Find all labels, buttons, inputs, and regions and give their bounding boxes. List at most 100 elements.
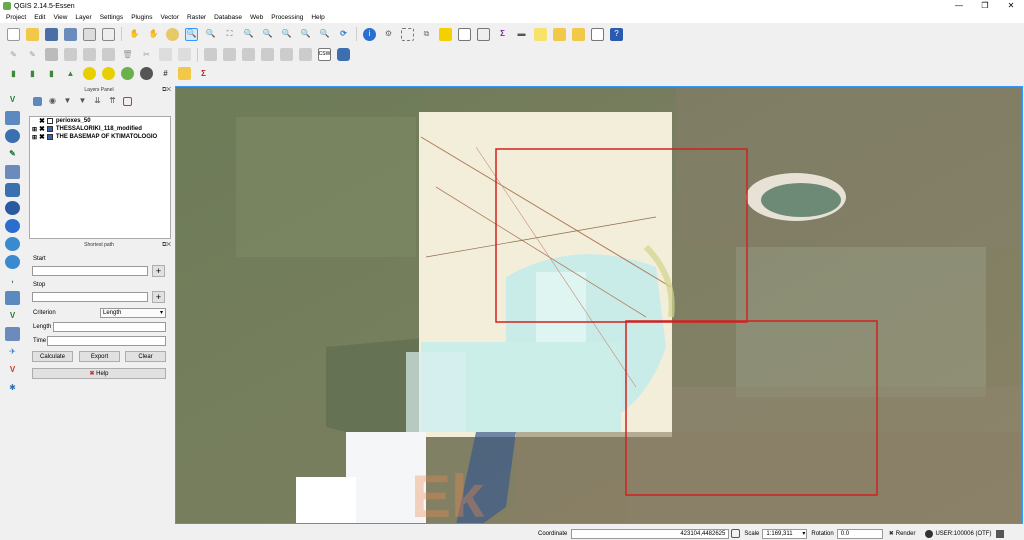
add-wms-icon[interactable] [5, 219, 20, 233]
zoom-in-icon[interactable]: 🔍 [185, 27, 198, 41]
add-wcs-icon[interactable] [5, 237, 20, 251]
menu-project[interactable]: Project [2, 14, 30, 21]
layer-item[interactable]: ✖ perioxes_50 [30, 117, 170, 125]
add-delimited-text-icon[interactable]: , [5, 273, 20, 287]
save-project-icon[interactable] [45, 27, 58, 41]
pan-to-selection-icon[interactable] [166, 27, 179, 41]
new-project-icon[interactable] [7, 27, 20, 41]
raster-chart-icon[interactable]: ▮ [45, 67, 58, 80]
zoom-layer-icon[interactable]: 🔍 [261, 28, 274, 41]
measure-icon[interactable]: ▬ [515, 28, 528, 41]
menu-processing[interactable]: Processing [267, 14, 307, 21]
render-checkbox-icon[interactable]: ✖ [889, 530, 894, 537]
menu-view[interactable]: View [49, 14, 71, 21]
layer-checkbox[interactable]: ✖ [39, 125, 45, 133]
actions-icon[interactable]: ⚙ [382, 28, 395, 41]
save-as-icon[interactable] [64, 27, 77, 41]
map-tips-icon[interactable] [534, 27, 547, 41]
expand-all-icon[interactable]: ⇊ [93, 97, 102, 106]
touch-zoom-icon[interactable]: ✋ [128, 28, 141, 41]
identify-icon[interactable]: i [363, 27, 376, 41]
layer-styling-icon[interactable] [33, 96, 42, 106]
scale-field[interactable]: 1:169,311 ▾ [762, 528, 808, 539]
zoom-next-icon[interactable]: 🔍 [318, 28, 331, 41]
cut-features-icon[interactable]: ✂ [140, 48, 153, 61]
tag-icon[interactable] [178, 67, 191, 80]
add-raster-layer-icon[interactable] [5, 111, 20, 125]
menu-settings[interactable]: Settings [96, 14, 128, 21]
rotate-label-icon[interactable] [280, 48, 293, 61]
crs-globe-icon[interactable] [925, 529, 934, 538]
refresh-icon[interactable]: ⟳ [337, 28, 350, 41]
attribute-table-icon[interactable] [458, 27, 471, 41]
panel-float-close-icon[interactable]: ⧉✕ [162, 86, 171, 94]
add-wfs-icon[interactable] [5, 255, 20, 269]
gps-tools-icon[interactable]: ✱ [5, 381, 20, 395]
coordinate-toggle-icon[interactable] [731, 529, 741, 538]
annotation-icon[interactable] [591, 27, 604, 41]
open-project-icon[interactable] [26, 27, 39, 41]
length-field[interactable] [53, 322, 166, 332]
remove-group-icon[interactable] [140, 67, 153, 80]
field-calculator-icon[interactable] [477, 27, 490, 41]
sigma-tool-icon[interactable]: Σ [197, 67, 210, 80]
add-vector-layer-icon[interactable]: V [5, 93, 20, 107]
coordinate-field[interactable]: 423104,4482625 [571, 528, 730, 539]
show-bookmarks-icon[interactable] [572, 27, 585, 41]
time-field[interactable] [47, 336, 166, 346]
copy-features-icon[interactable] [159, 48, 172, 61]
add-spatialite-icon[interactable]: ✎ [5, 147, 20, 161]
expand-icon[interactable]: ⊞ [32, 126, 37, 133]
menu-web[interactable]: Web [246, 14, 267, 21]
toggle-editing-icon[interactable]: ✎ [26, 48, 39, 61]
select-by-value-icon[interactable]: ⧉ [420, 28, 433, 41]
move-label-icon[interactable] [261, 48, 274, 61]
pin-labels-icon[interactable] [223, 48, 236, 61]
new-gpx-icon[interactable]: ✈ [5, 345, 20, 359]
add-point-layer-icon[interactable] [102, 67, 115, 80]
criterion-select[interactable]: Length ▾ [100, 308, 166, 318]
remove-layer-icon[interactable] [123, 96, 132, 106]
help-icon[interactable]: ? [610, 27, 623, 41]
node-tool-icon[interactable] [102, 48, 115, 61]
messages-icon[interactable] [996, 529, 1005, 538]
chart-icon[interactable]: ▮ [26, 67, 39, 80]
menu-raster[interactable]: Raster [183, 14, 210, 21]
bookmark-icon[interactable] [553, 27, 566, 41]
map-canvas[interactable]: Ek [175, 86, 1023, 524]
composer-manager-icon[interactable] [102, 27, 115, 41]
layer-checkbox[interactable]: ✖ [39, 133, 45, 141]
deselect-icon[interactable] [439, 27, 452, 41]
move-feature-icon[interactable] [83, 48, 96, 61]
select-features-icon[interactable] [401, 27, 414, 41]
csw-icon[interactable]: CSW [318, 48, 331, 61]
add-group-icon[interactable] [121, 67, 134, 80]
new-temp-layer-icon[interactable]: V [5, 363, 20, 377]
statistics-icon[interactable]: Σ [496, 28, 509, 41]
rotation-field[interactable]: 0.0 [836, 528, 883, 539]
add-oracle-icon[interactable] [5, 183, 20, 197]
layer-checkbox[interactable]: ✖ [39, 117, 45, 125]
add-postgis-icon[interactable] [5, 129, 20, 143]
show-labels-icon[interactable] [242, 48, 255, 61]
change-label-icon[interactable] [299, 48, 312, 61]
paste-features-icon[interactable] [178, 48, 191, 61]
crs-label[interactable]: USER:100006 (OTF) [935, 531, 991, 537]
layer-item[interactable]: ⊞ ✖ THESSALORIKI_118_modified [30, 125, 170, 133]
histogram-icon[interactable]: ▮ [7, 67, 20, 80]
start-capture-button[interactable]: + [152, 265, 165, 277]
menu-database[interactable]: Database [210, 14, 246, 21]
visibility-icon[interactable]: ◉ [48, 97, 57, 106]
menu-edit[interactable]: Edit [30, 14, 49, 21]
add-virtual-layer-icon[interactable] [5, 291, 20, 305]
minimize-button[interactable]: — [946, 0, 972, 12]
label-tool-icon[interactable] [204, 48, 217, 61]
zoom-last-icon[interactable]: 🔍 [299, 28, 312, 41]
stop-capture-button[interactable]: + [152, 291, 165, 303]
clear-button[interactable]: Clear [125, 351, 166, 362]
menu-layer[interactable]: Layer [71, 14, 95, 21]
menu-help[interactable]: Help [307, 14, 328, 21]
current-edits-icon[interactable]: ✎ [7, 48, 20, 61]
terrain-icon[interactable]: ▲ [64, 67, 77, 80]
expand-icon[interactable]: ⊞ [32, 134, 37, 141]
